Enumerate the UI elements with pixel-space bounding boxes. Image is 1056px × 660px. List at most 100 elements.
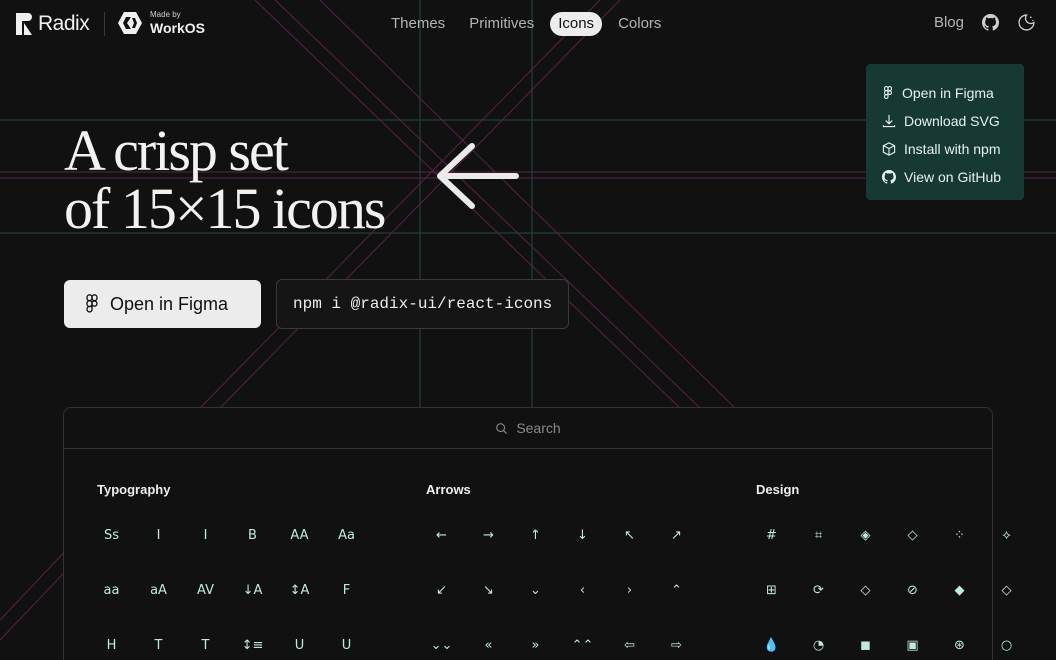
dropdown-item-view-github[interactable]: View on GitHub	[882, 163, 1024, 191]
letter-case-toggle-alt-icon[interactable]: aA	[135, 575, 182, 605]
icon-glyph: ⌃	[671, 582, 682, 598]
dash-diamond-icon[interactable]: ◇	[983, 575, 1030, 605]
dropdown-item-open-in-figma[interactable]: Open in Figma	[882, 79, 1024, 107]
strikethrough-icon[interactable]: U	[323, 630, 370, 660]
text-icon[interactable]: T	[135, 630, 182, 660]
icon-glyph: ↙	[436, 582, 447, 598]
component-boolean-icon[interactable]: ◆	[936, 575, 983, 605]
reload-icon[interactable]: ⟳	[795, 575, 842, 605]
top-header: Radix Made by WorkOS Themes Primitives I…	[0, 0, 1056, 48]
nav-icons[interactable]: Icons	[550, 12, 603, 36]
chevron-left-icon[interactable]: ‹	[559, 575, 606, 605]
nav-blog[interactable]: Blog	[934, 14, 964, 31]
icon-glyph: ↓	[577, 527, 588, 543]
strikethrough-font-icon[interactable]: F	[323, 575, 370, 605]
arrow-top-left-icon[interactable]: ↖	[606, 520, 653, 550]
component-instance-icon[interactable]: ◇	[842, 575, 889, 605]
icon-glyph: ⟳	[813, 582, 824, 598]
nav-themes[interactable]: Themes	[383, 12, 453, 36]
arrow-left-icon[interactable]: ←	[418, 520, 465, 550]
thick-arrow-left-icon[interactable]: ⇦	[606, 630, 653, 660]
icon-glyph: ◈	[860, 527, 871, 543]
icon-glyph: T	[201, 637, 210, 653]
icon-glyph: F	[342, 582, 351, 598]
double-arrow-left-icon[interactable]: «	[465, 630, 512, 660]
icon-glyph: T	[154, 637, 163, 653]
icon-glyph: ↕≡	[241, 637, 264, 653]
chevron-up-icon[interactable]: ⌃	[653, 575, 700, 605]
underline-icon[interactable]: U	[276, 630, 323, 660]
aperture-icon[interactable]: ⊛	[936, 630, 983, 660]
nav-primitives[interactable]: Primitives	[461, 12, 542, 36]
icon-glyph: ⟡	[1002, 527, 1011, 543]
grid-icon[interactable]: ⊞	[748, 575, 795, 605]
shadow-icon[interactable]: ○	[983, 630, 1030, 660]
workos-logo-icon	[118, 12, 142, 34]
letter-spacing-icon[interactable]: AV	[182, 575, 229, 605]
github-icon[interactable]	[980, 12, 1000, 32]
logo-divider	[104, 12, 105, 36]
search-input[interactable]: Search	[516, 420, 560, 436]
component-2-icon[interactable]: ⟡	[983, 520, 1030, 550]
line-spacing-icon[interactable]: ↕≡	[229, 630, 276, 660]
icon-glyph: ◇	[907, 527, 918, 543]
crop-icon[interactable]: ⌗	[795, 520, 842, 550]
icon-glyph: U	[341, 637, 352, 653]
workos-label: WorkOS	[150, 20, 205, 36]
thick-arrow-right-icon[interactable]: ⇨	[653, 630, 700, 660]
icon-glyph: ›	[626, 582, 633, 598]
nav-colors[interactable]: Colors	[610, 12, 669, 36]
double-arrow-down-icon[interactable]: ⌄⌄	[418, 630, 465, 660]
dropdown-label: View on GitHub	[904, 169, 1002, 185]
radix-logo[interactable]: Radix	[16, 12, 90, 36]
line-height-icon[interactable]: ↕A	[276, 575, 323, 605]
frame-icon[interactable]: #	[748, 520, 795, 550]
font-bold-icon[interactable]: B	[229, 520, 276, 550]
github-icon	[882, 170, 896, 184]
icon-glyph: H	[106, 637, 117, 653]
letter-case-lowercase-icon[interactable]: aa	[88, 575, 135, 605]
font-italic-icon[interactable]: I	[135, 520, 182, 550]
arrow-top-right-icon[interactable]: ↗	[653, 520, 700, 550]
font-roman-icon[interactable]: I	[182, 520, 229, 550]
arrow-down-icon[interactable]: ↓	[559, 520, 606, 550]
npm-command-text: npm i @radix-ui/react-icons	[293, 295, 553, 313]
layers-icon[interactable]: ◈	[842, 520, 889, 550]
double-arrow-up-icon[interactable]: ⌃⌃	[559, 630, 606, 660]
dropdown-item-download-svg[interactable]: Download SVG	[882, 107, 1024, 135]
text-align-bottom-icon[interactable]: ↓A	[229, 575, 276, 605]
component-none-icon[interactable]: ⊘	[889, 575, 936, 605]
dropdown-item-install-npm[interactable]: Install with npm	[882, 135, 1024, 163]
arrow-right-icon[interactable]: →	[465, 520, 512, 550]
stack-icon[interactable]: ◇	[889, 520, 936, 550]
chevron-right-icon[interactable]: ›	[606, 575, 653, 605]
icon-glyph: U	[294, 637, 305, 653]
arrow-up-icon[interactable]: ↑	[512, 520, 559, 550]
arrow-bottom-right-icon[interactable]: ↘	[465, 575, 512, 605]
category-title-arrows: Arrows	[426, 482, 471, 497]
double-arrow-right-icon[interactable]: »	[512, 630, 559, 660]
icon-glyph: 💧	[763, 637, 780, 653]
component-1-icon[interactable]: ⁘	[936, 520, 983, 550]
search-bar[interactable]: Search	[64, 408, 992, 449]
category-title-typography: Typography	[97, 482, 171, 497]
drop-icon[interactable]: 💧	[748, 630, 795, 660]
icon-glyph: ⌗	[814, 527, 823, 543]
hero-title: A crisp set of 15×15 icons	[64, 122, 386, 238]
heading-icon[interactable]: H	[88, 630, 135, 660]
npm-install-command[interactable]: npm i @radix-ui/react-icons	[276, 279, 569, 329]
letter-case-capitalize-icon[interactable]: Aa	[323, 520, 370, 550]
opacity-icon[interactable]: ◔	[795, 630, 842, 660]
chevron-down-icon[interactable]: ⌄	[512, 575, 559, 605]
open-in-figma-button[interactable]: Open in Figma	[64, 280, 261, 328]
icon-glyph: ▣	[906, 637, 919, 653]
mask-on-icon[interactable]: ◼	[842, 630, 889, 660]
mask-off-icon[interactable]: ▣	[889, 630, 936, 660]
text-none-icon[interactable]: T	[182, 630, 229, 660]
arrow-bottom-left-icon[interactable]: ↙	[418, 575, 465, 605]
letter-case-toggle-icon[interactable]: Sꜱ	[88, 520, 135, 550]
workos-badge[interactable]: Made by WorkOS	[118, 11, 205, 35]
theme-toggle-icon[interactable]	[1016, 12, 1036, 32]
icon-glyph: ⊛	[954, 637, 965, 653]
letter-case-uppercase-icon[interactable]: AA	[276, 520, 323, 550]
